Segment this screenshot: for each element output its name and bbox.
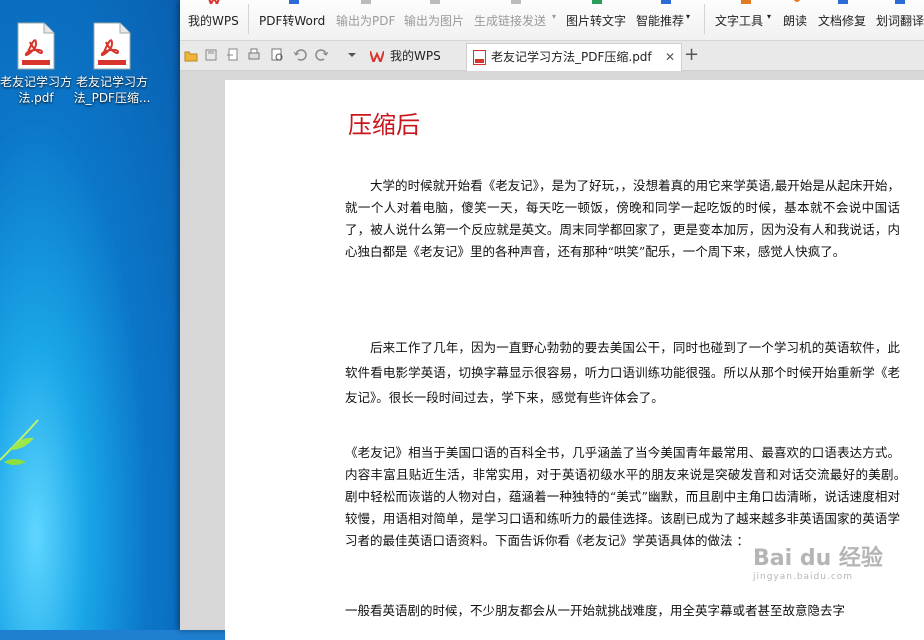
desktop: 老友记学习方法.pdf 老友记学习方法_PDF压缩... [0, 0, 180, 630]
tab-my-wps[interactable]: 我的WPS [362, 43, 464, 70]
pdf-file-icon [92, 22, 132, 70]
page-heading: 压缩后 [348, 111, 420, 139]
smart-recommend-icon [661, 0, 671, 4]
desktop-file-label: 老友记学习方法_PDF压缩... [73, 75, 151, 105]
new-tab-button[interactable]: + [684, 44, 699, 65]
ribbon-pdf-to-word[interactable]: PDF转Word [259, 0, 329, 40]
paragraph: 《老友记》相当于美国口语的百科全书，几乎涵盖了当今美国青年最常用、最喜欢的口语表… [345, 445, 924, 548]
close-icon[interactable]: ✕ [665, 44, 675, 71]
text-tools-icon [741, 0, 751, 4]
tab-document[interactable]: 老友记学习方法_PDF压缩.pdf ✕ [466, 43, 682, 71]
ribbon-word-translate[interactable]: 划词翻译 [876, 0, 924, 40]
paragraph: 一般看英语剧的时候，不少朋友都会从一开始就挑战难度，用全英字幕或者甚至故意隐去字 [345, 603, 846, 618]
paragraph: 大学的时候就开始看《老友记》，是为了好玩，，没想着真的用它来学英语,最开始是从起… [345, 178, 900, 259]
chevron-down-icon[interactable] [345, 48, 359, 62]
tab-bar: 我的WPS 老友记学习方法_PDF压缩.pdf ✕ + [180, 41, 924, 71]
export-pdf-icon [361, 0, 371, 4]
paragraph: 后来工作了几年，因为一直野心勃勃的要去美国公干，同时也碰到了一个学习机的英语软件… [345, 340, 900, 405]
save-icon[interactable] [204, 48, 218, 62]
doc-repair-icon [838, 0, 848, 4]
watermark-url: jingyan.baidu.com [753, 572, 854, 582]
desktop-file-pdf-original[interactable]: 老友记学习方法.pdf [0, 22, 76, 106]
print-preview-icon[interactable] [270, 48, 284, 62]
divider [704, 4, 705, 34]
ribbon-doc-repair[interactable]: 文档修复 [818, 0, 868, 40]
pdf-to-word-icon [289, 0, 299, 4]
ribbon-my-wps[interactable]: 我的WPS [188, 0, 240, 40]
open-folder-icon[interactable] [184, 48, 198, 62]
ribbon-smart-recommend[interactable]: 智能推荐 ▾ [636, 0, 696, 40]
document-viewport[interactable]: 压缩后 大学的时候就开始看《老友记》，是为了好玩，，没想着真的用它来学英语,最开… [180, 71, 924, 640]
read-aloud-icon [794, 0, 800, 2]
pdf-icon [473, 50, 486, 65]
ribbon-export-image[interactable]: 输出为图片 [404, 0, 466, 40]
tab-label: 我的WPS [390, 49, 441, 63]
ribbon-toolbar: 我的WPS PDF转Word 输出为PDF 输出为图片 生成链接发送 ▾ 图片转文… [180, 0, 924, 41]
undo-icon[interactable] [293, 48, 307, 62]
wallpaper-leaf-icon [0, 419, 39, 465]
divider [248, 4, 249, 34]
translate-icon [895, 0, 905, 4]
image-to-text-icon [592, 0, 602, 4]
wps-logo-icon [370, 51, 384, 62]
redo-icon[interactable] [315, 48, 329, 62]
desktop-file-label: 老友记学习方法.pdf [0, 75, 72, 105]
ribbon-image-to-text[interactable]: 图片转文字 [566, 0, 628, 40]
ribbon-share-link[interactable]: 生成链接发送 ▾ [474, 0, 558, 40]
watermark-brand: Bai du 经验 [753, 546, 883, 571]
wps-logo-icon [208, 0, 220, 4]
ribbon-text-tools[interactable]: 文字工具 ▾ [715, 0, 777, 40]
desktop-file-pdf-compressed[interactable]: 老友记学习方法_PDF压缩... [72, 22, 152, 106]
print-icon[interactable] [247, 48, 261, 62]
share-link-icon [511, 0, 521, 4]
pdf-page: 压缩后 大学的时候就开始看《老友记》，是为了好玩，，没想着真的用它来学英语,最开… [225, 80, 924, 640]
pdf-file-icon [16, 22, 56, 70]
tab-label: 老友记学习方法_PDF压缩.pdf [491, 50, 652, 64]
ribbon-read-aloud[interactable]: 朗读 [783, 0, 811, 40]
baidu-watermark: Bai du 经验 jingyan.baidu.com [753, 540, 913, 590]
export-icon[interactable] [226, 48, 240, 62]
ribbon-export-pdf[interactable]: 输出为PDF [336, 0, 396, 40]
export-image-icon [430, 0, 440, 4]
wps-window: 我的WPS PDF转Word 输出为PDF 输出为图片 生成链接发送 ▾ 图片转文… [180, 0, 924, 640]
